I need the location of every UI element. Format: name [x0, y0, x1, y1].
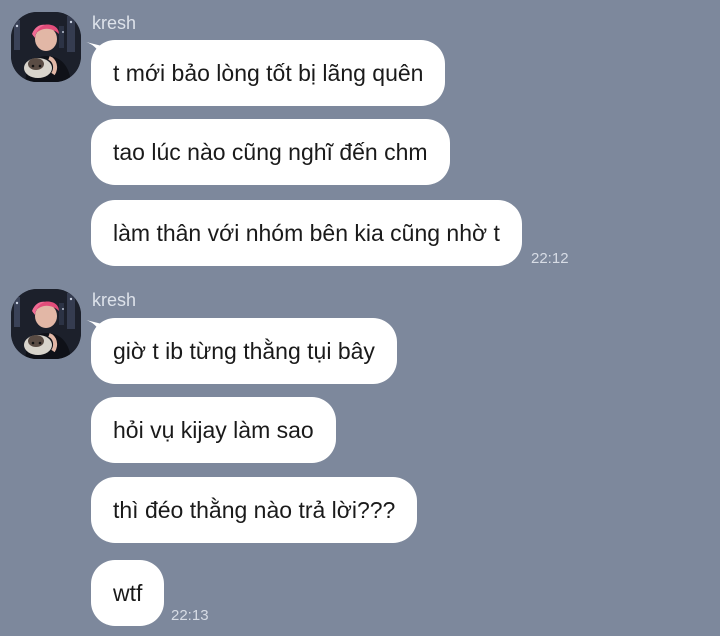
sender-name: kresh [92, 290, 137, 310]
message-bubble[interactable]: hỏi vụ kijay làm sao [91, 397, 336, 463]
message-timestamp: 22:12 [531, 250, 569, 267]
avatar-photo-icon [11, 12, 81, 82]
avatar-photo-icon [11, 289, 81, 359]
message-bubble[interactable]: làm thân với nhóm bên kia cũng nhờ t [91, 200, 522, 266]
message-bubble[interactable]: giờ t ib từng thằng tụi bây [91, 318, 397, 384]
message-timestamp: 22:13 [171, 607, 209, 624]
message-bubble[interactable]: tao lúc nào cũng nghĩ đến chm [91, 119, 450, 185]
user-avatar[interactable] [11, 289, 81, 359]
sender-name: kresh [92, 13, 137, 33]
user-avatar[interactable] [11, 12, 81, 82]
message-bubble[interactable]: wtf [91, 560, 165, 626]
message-bubble[interactable]: thì đéo thằng nào trả lời??? [91, 477, 418, 543]
message-bubble[interactable]: t mới bảo lòng tốt bị lãng quên [91, 40, 446, 106]
